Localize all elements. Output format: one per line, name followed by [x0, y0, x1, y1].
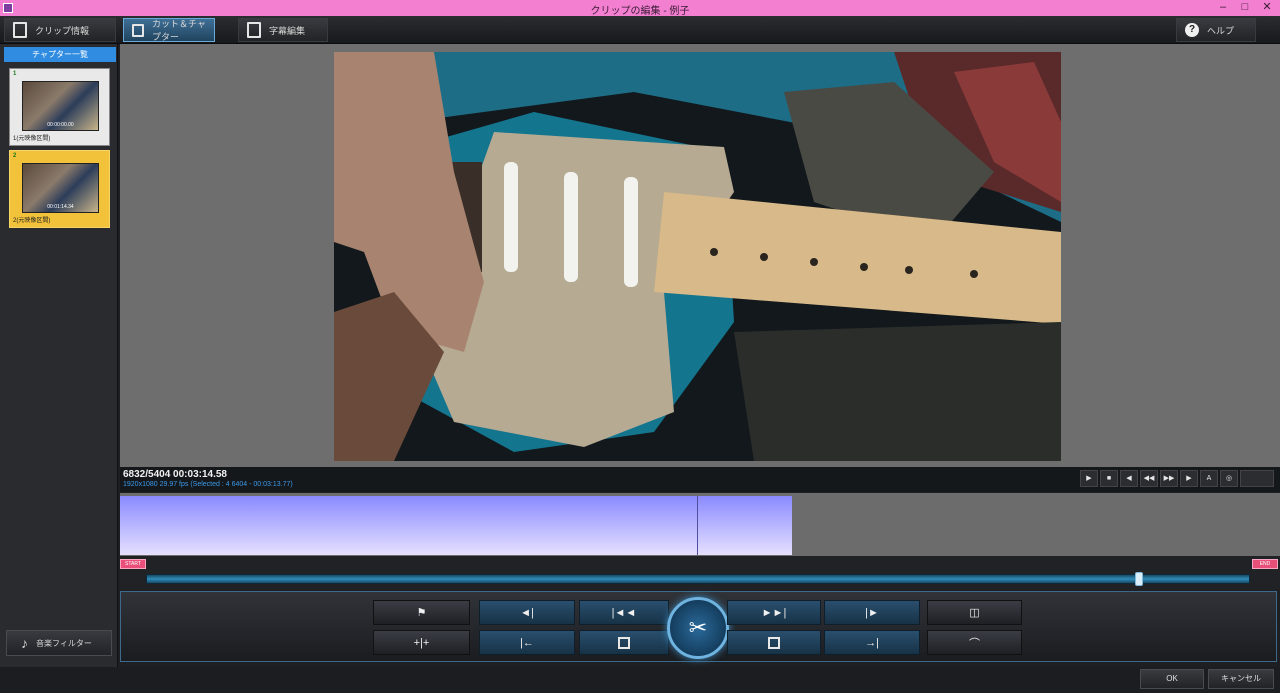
go-in-icon: |←	[520, 636, 534, 649]
step-back-button[interactable]: ◀	[1120, 470, 1138, 487]
timeline[interactable]	[120, 493, 1280, 556]
step-forward-button[interactable]: ▶	[1180, 470, 1198, 487]
chapter-sidebar: チャプター一覧 1 00:00:00.00 1(元映像区間) 2 00:01:1…	[0, 44, 118, 667]
gap-icon: ◫	[969, 607, 980, 619]
minimize-button[interactable]: –	[1212, 0, 1234, 16]
square-icon	[768, 636, 780, 649]
next-frame-button[interactable]: ►►|	[727, 600, 821, 625]
playhead-handle[interactable]	[1134, 572, 1143, 586]
help-icon: ?	[1185, 23, 1199, 37]
volume-slider[interactable]	[1240, 470, 1274, 487]
cut-chapter-label: カット＆チャプター	[152, 19, 206, 42]
next-mark-icon: |►	[865, 606, 879, 619]
audio-button[interactable]: A	[1200, 470, 1218, 487]
close-button[interactable]: ✕	[1256, 0, 1278, 16]
gap-button[interactable]: ◫	[927, 600, 1022, 625]
flag-icon: ⚑	[416, 607, 427, 619]
scrubber-area: START END	[120, 556, 1280, 590]
cancel-button[interactable]: キャンセル	[1208, 669, 1274, 689]
toolbar: クリップ情報 カット＆チャプター 字幕編集 ? ヘルプ	[0, 16, 1280, 44]
selected-range[interactable]	[120, 496, 792, 555]
window-title: クリップの編集 - 例子	[590, 6, 690, 17]
next-frame-icon: ►►|	[761, 606, 787, 619]
set-out-button[interactable]	[727, 630, 821, 655]
music-filter-label: 音楽フィルター	[36, 638, 92, 648]
scrubber-track[interactable]	[146, 572, 1250, 586]
transition-button[interactable]: ⌒	[927, 630, 1022, 655]
clip-number: 2	[13, 153, 17, 159]
play-button[interactable]: ▶	[1080, 470, 1098, 487]
timeline-cursor[interactable]	[697, 496, 698, 555]
square-icon	[618, 636, 630, 649]
help-button[interactable]: ? ヘルプ	[1176, 18, 1256, 42]
clip-info-button[interactable]: クリップ情報	[4, 18, 116, 42]
start-marker[interactable]: START	[120, 559, 146, 569]
scissors-icon: ✂	[688, 615, 708, 640]
cut-button[interactable]: ✂	[667, 597, 729, 659]
clip-preview-image: 00:01:14.34	[22, 163, 99, 213]
document-icon	[13, 22, 27, 38]
set-in-button[interactable]	[579, 630, 669, 655]
frame-counter: 6832/5404 00:03:14.58	[123, 469, 227, 480]
edit-control-panel: ⚑ +|+ ◄| |◄◄ |← ✂ ►►| |► →| ◫ ⌒	[120, 591, 1277, 662]
subtitle-edit-label: 字幕編集	[269, 25, 306, 36]
video-preview	[334, 52, 1061, 461]
clip-info-label: クリップ情報	[35, 25, 90, 36]
prev-mark-icon: ◄|	[520, 606, 534, 619]
fast-forward-button[interactable]: ▶▶	[1160, 470, 1178, 487]
film-icon	[132, 23, 144, 37]
split-icon: +|+	[413, 636, 430, 649]
clip-label: 2(元映像区間)	[13, 218, 51, 224]
edit-document-icon	[247, 22, 261, 38]
prev-frame-icon: |◄◄	[611, 606, 637, 619]
video-frame-image	[334, 52, 1061, 461]
info-bar: 6832/5404 00:03:14.58 1920x1080 29.97 fp…	[120, 467, 1280, 492]
video-metadata: 1920x1080 29.97 fps (Selected : 4 6404 -…	[123, 481, 293, 488]
ok-button[interactable]: OK	[1140, 669, 1204, 689]
title-bar: クリップの編集 - 例子 – □ ✕	[0, 0, 1280, 17]
prev-frame-button[interactable]: |◄◄	[579, 600, 669, 625]
end-marker[interactable]: END	[1252, 559, 1278, 569]
transport-controls: ▶ ■ ◀ ◀◀ ▶▶ ▶ A ◎	[1080, 470, 1274, 487]
music-note-icon: ♪	[21, 635, 28, 651]
help-label: ヘルプ	[1207, 25, 1235, 36]
clip-timecode: 00:00:00.00	[47, 122, 74, 128]
bottom-bar: OK キャンセル	[0, 667, 1280, 693]
go-out-icon: →|	[865, 636, 879, 649]
stop-button[interactable]: ■	[1100, 470, 1118, 487]
go-to-out-button[interactable]: →|	[824, 630, 920, 655]
music-filter-button[interactable]: ♪ 音楽フィルター	[6, 630, 112, 656]
set-chapter-button[interactable]: ⚑	[373, 600, 470, 625]
prev-mark-button[interactable]: ◄|	[479, 600, 575, 625]
curve-icon: ⌒	[969, 637, 980, 650]
subtitle-edit-button[interactable]: 字幕編集	[238, 18, 328, 42]
clip-thumbnail-2[interactable]: 2 00:01:14.34 2(元映像区間)	[9, 150, 110, 228]
maximize-button[interactable]: □	[1234, 0, 1256, 16]
next-mark-button[interactable]: |►	[824, 600, 920, 625]
chapter-list-header: チャプター一覧	[4, 47, 116, 62]
preview-area	[120, 44, 1280, 467]
cut-chapter-button[interactable]: カット＆チャプター	[123, 18, 215, 42]
clip-number: 1	[13, 71, 17, 77]
clip-label: 1(元映像区間)	[13, 136, 51, 142]
clip-thumbnail-1[interactable]: 1 00:00:00.00 1(元映像区間)	[9, 68, 110, 146]
loop-button[interactable]: ◎	[1220, 470, 1238, 487]
go-to-in-button[interactable]: |←	[479, 630, 575, 655]
clip-timecode: 00:01:14.34	[47, 204, 74, 210]
split-button[interactable]: +|+	[373, 630, 470, 655]
clip-preview-image: 00:00:00.00	[22, 81, 99, 131]
rewind-button[interactable]: ◀◀	[1140, 470, 1158, 487]
